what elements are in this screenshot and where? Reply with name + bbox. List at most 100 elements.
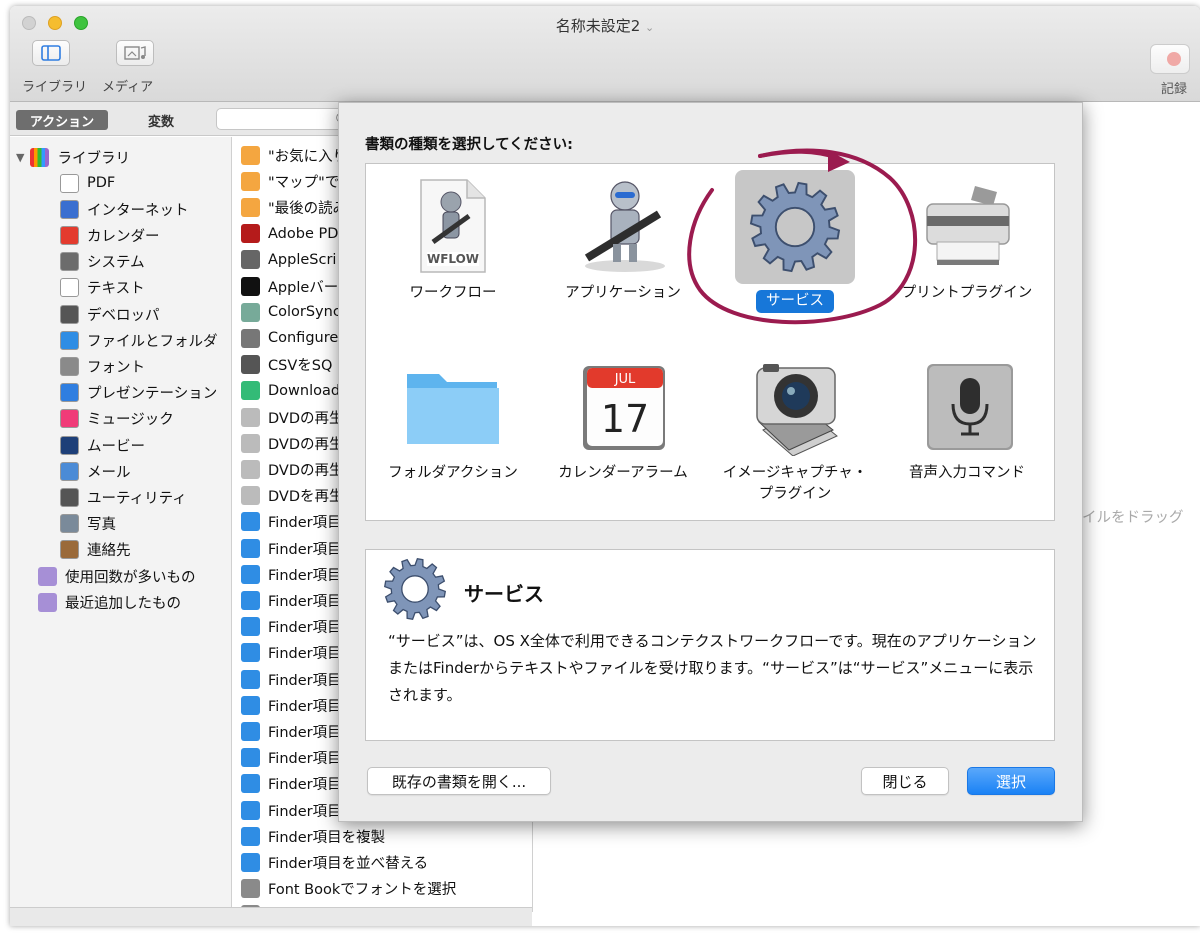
sidebar-item[interactable]: デベロッパ	[60, 302, 160, 326]
sidebar-item[interactable]: ミュージック	[60, 407, 174, 431]
type-print-plugin-label: プリントプラグイン	[901, 285, 1033, 301]
drag-hint: イルをドラッグ	[1082, 510, 1184, 526]
library-list: ▼ ライブラリ PDF インターネット カレンダーシステムテキスト デベロッパ ファイル…	[10, 137, 232, 912]
open-existing-button[interactable]: 既存の書類を開く...	[367, 767, 551, 795]
type-workflow[interactable]: WFLOW ワークフロー	[368, 176, 538, 305]
type-dictation-command[interactable]: 音声入力コマンド	[882, 360, 1052, 485]
sidebar-item-label: ユーティリティ	[87, 490, 187, 507]
automator-robot-icon	[584, 181, 665, 272]
action-item[interactable]: Finder項目	[241, 693, 342, 717]
sidebar-item-label: 写真	[87, 517, 116, 534]
dvd-icon	[241, 486, 260, 506]
close-button[interactable]: 閉じる	[861, 767, 949, 795]
sidebar-item[interactable]: インターネット	[60, 197, 189, 221]
calendar-icon: JUL 17	[583, 366, 665, 450]
action-item[interactable]: Finder項目を複製	[241, 824, 385, 848]
sidebar-item[interactable]: プレゼンテーション	[60, 381, 217, 405]
action-item[interactable]: Finder項目	[241, 562, 342, 586]
action-item[interactable]: CSVをSQ	[241, 353, 332, 377]
description-panel: サービス “サービス”は、OS X全体で利用できるコンテクストワークフローです。…	[365, 549, 1055, 741]
action-item[interactable]: DVDの再生	[241, 457, 344, 481]
action-item[interactable]: Finder項目	[241, 615, 342, 639]
type-application[interactable]: アプリケーション	[538, 176, 708, 305]
photos-app-icon	[241, 197, 260, 217]
action-item[interactable]: "お気に入り	[241, 143, 347, 167]
photos-app-icon	[241, 171, 260, 191]
service-selection-highlight	[735, 170, 855, 284]
search-input[interactable]: ○	[216, 108, 347, 130]
type-print-plugin[interactable]: プリントプラグイン	[882, 176, 1052, 305]
finder-icon	[241, 800, 260, 820]
type-service[interactable]: サービス	[710, 170, 880, 314]
action-item[interactable]: "最後の読み	[241, 195, 347, 219]
action-item[interactable]: DVDの再生	[241, 405, 344, 429]
type-image-capture-plugin-label: イメージキャプチャ・プラグイン	[722, 465, 868, 503]
action-item[interactable]: Finder項目	[241, 772, 342, 796]
action-item[interactable]: Finder項目	[241, 641, 342, 665]
record-button[interactable]	[1150, 44, 1190, 74]
action-item[interactable]: Finder項目	[241, 667, 342, 691]
action-item-label: Finder項目	[268, 803, 342, 820]
action-item[interactable]: Finder項目	[241, 510, 342, 534]
sidebar-item[interactable]: 写真	[60, 512, 116, 536]
type-image-capture-plugin[interactable]: イメージキャプチャ・プラグイン	[710, 360, 880, 506]
sidebar-item[interactable]: PDF	[60, 171, 115, 195]
action-item[interactable]: Font Bookでフォントを選択	[241, 877, 456, 901]
action-item[interactable]: Finder項目	[241, 719, 342, 743]
record-icon	[1167, 52, 1181, 66]
developer-icon	[241, 355, 260, 375]
choose-button[interactable]: 選択	[967, 767, 1055, 795]
description-text: “サービス”は、OS X全体で利用できるコンテクストワークフローです。現在のアプ…	[388, 632, 1037, 704]
mail-icon	[60, 461, 79, 481]
finder-icon	[241, 748, 260, 768]
sidebar-item[interactable]: 連絡先	[60, 538, 131, 562]
sidebar-item-label: システム	[87, 255, 145, 272]
smart-folder-icon	[38, 592, 57, 612]
action-item-label: Finder項目	[268, 541, 342, 558]
action-item-label: Finder項目	[268, 724, 342, 741]
media-button[interactable]	[116, 40, 154, 66]
printer-icon	[926, 186, 1010, 265]
action-item[interactable]: DVDを再生	[241, 484, 344, 508]
smart-group-item[interactable]: 最近追加したもの	[38, 590, 181, 614]
sidebar-item[interactable]: メール	[60, 459, 131, 483]
sidebar-item[interactable]: ユーティリティ	[60, 485, 187, 509]
action-item[interactable]: DVDの再生	[241, 431, 344, 455]
tab-actions[interactable]: アクション	[16, 110, 108, 130]
smart-group-label: 使用回数が多いもの	[65, 569, 196, 586]
action-item[interactable]: Adobe PD	[241, 222, 338, 246]
type-calendar-alarm[interactable]: JUL 17 カレンダーアラーム	[538, 360, 708, 485]
library-toggle-button[interactable]	[32, 40, 70, 66]
action-item[interactable]: "マップ"で	[241, 169, 339, 193]
tab-variables[interactable]: 変数	[126, 110, 196, 130]
action-item[interactable]: ColorSync	[241, 300, 341, 324]
action-item[interactable]: AppleScri	[241, 248, 336, 272]
sidebar-item[interactable]: テキスト	[60, 276, 145, 300]
type-application-label: アプリケーション	[565, 285, 681, 301]
sidebar-item[interactable]: フォント	[60, 354, 145, 378]
dvd-icon	[241, 407, 260, 427]
action-item[interactable]: Finder項目	[241, 536, 342, 560]
finder-icon	[241, 617, 260, 637]
type-service-label: サービス	[756, 290, 834, 314]
action-item[interactable]: Appleバー	[241, 274, 338, 298]
action-item[interactable]: Finder項目	[241, 746, 342, 770]
library-root[interactable]: ▼ ライブラリ	[16, 145, 130, 169]
action-item-label: Finder項目	[268, 515, 342, 532]
action-item[interactable]: Finder項目	[241, 798, 342, 822]
sidebar-item-label: 連絡先	[87, 543, 131, 560]
window-title[interactable]: 名称未設定2 ⌄	[10, 15, 1200, 36]
action-item[interactable]: Configure	[241, 326, 338, 350]
sidebar-item[interactable]: カレンダー	[60, 223, 160, 247]
action-item[interactable]: Download	[241, 379, 340, 403]
smart-group-item[interactable]: 使用回数が多いもの	[38, 564, 196, 588]
action-item[interactable]: Finder項目を並べ替える	[241, 850, 428, 874]
photos-app-icon	[241, 145, 260, 165]
sidebar-item[interactable]: システム	[60, 250, 145, 274]
sidebar-item[interactable]: ファイルとフォルダ	[60, 328, 218, 352]
action-item-label: CSVをSQ	[268, 358, 333, 375]
type-folder-action[interactable]: フォルダアクション	[368, 360, 538, 485]
action-item[interactable]: Finder項目	[241, 588, 342, 612]
sidebar-item[interactable]: ムービー	[60, 433, 145, 457]
action-item-label: Finder項目を複製	[268, 829, 386, 846]
